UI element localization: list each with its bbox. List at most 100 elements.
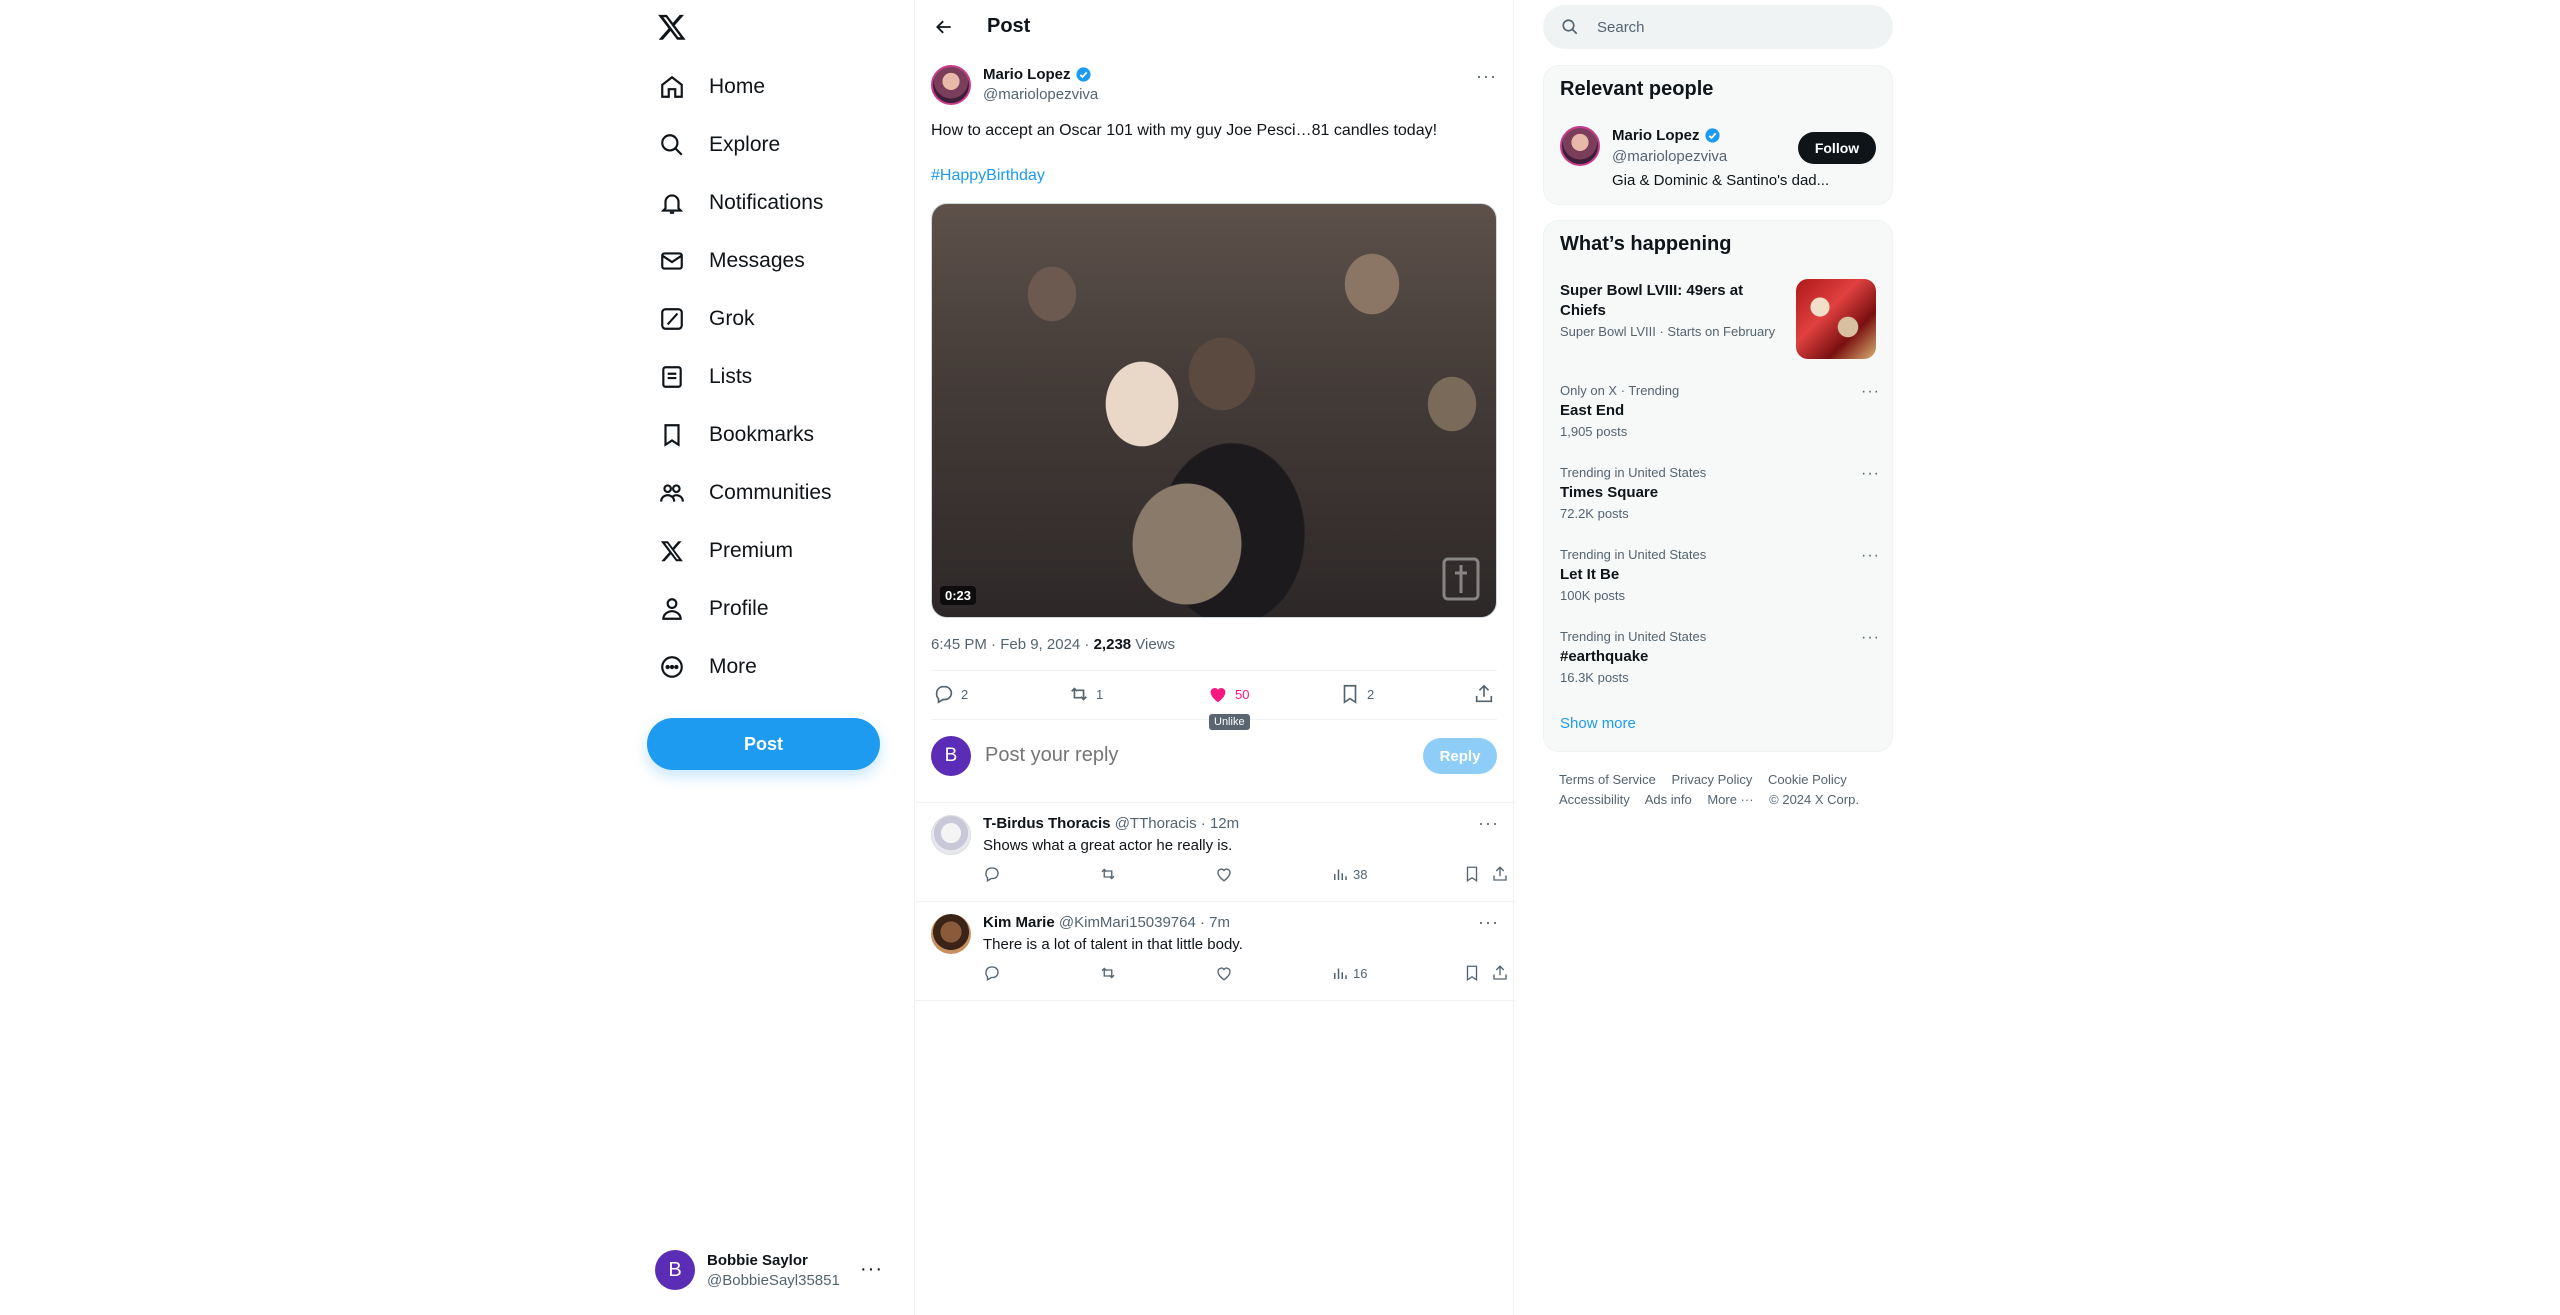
nav-grok[interactable]: Grok: [653, 294, 775, 344]
heart-filled-icon: [1210, 688, 1226, 703]
footer-link[interactable]: Terms of Service: [1559, 772, 1656, 787]
trend-item[interactable]: Trending in United States Let It Be 100K…: [1560, 547, 1880, 603]
bookmark-button[interactable]: [1463, 964, 1481, 982]
reply-button[interactable]: [983, 865, 1001, 883]
share-icon: [1475, 684, 1493, 703]
whats-happening-panel: What’s happening Super Bowl LVIII: 49ers…: [1543, 220, 1893, 752]
like-button[interactable]: 50: [1201, 677, 1249, 711]
more-dots-icon[interactable]: ···: [1478, 813, 1499, 834]
more-dots-icon[interactable]: ···: [860, 1258, 883, 1281]
reply-button[interactable]: 2: [933, 683, 968, 705]
reply-item[interactable]: Kim Marie @KimMari15039764 · 7m There is…: [915, 901, 1515, 1001]
left-navigation: Home Explore Notifications Messages Grok…: [645, 0, 915, 1315]
reply-button[interactable]: [983, 964, 1001, 982]
nav-notifications[interactable]: Notifications: [653, 178, 843, 228]
back-arrow-icon[interactable]: [929, 12, 959, 42]
post-timestamp[interactable]: 6:45 PM · Feb 9, 2024 ·: [931, 636, 1094, 653]
like-button[interactable]: [1215, 964, 1233, 982]
relevant-person-handle[interactable]: @mariolopezviva: [1612, 148, 1727, 165]
more-dots-icon[interactable]: ···: [1861, 547, 1880, 565]
repost-icon: [1071, 687, 1087, 701]
reply-text: Shows what a great actor he really is.: [983, 837, 1233, 854]
repost-count: 1: [1096, 686, 1104, 702]
trend-thumbnail[interactable]: [1796, 279, 1876, 359]
reply-header: T-Birdus Thoracis @TThoracis · 12m: [983, 815, 1239, 832]
share-button[interactable]: [1491, 865, 1509, 883]
nav-home[interactable]: Home: [653, 62, 785, 112]
trend-item[interactable]: Trending in United States Times Square 7…: [1560, 465, 1880, 521]
search-input[interactable]: [1597, 18, 1857, 36]
more-dots-icon[interactable]: ···: [1476, 66, 1497, 87]
nav-profile[interactable]: Profile: [653, 584, 789, 634]
footer-link[interactable]: Accessibility: [1559, 792, 1630, 807]
nav-communities[interactable]: Communities: [653, 468, 852, 518]
relevant-person-name[interactable]: Mario Lopez: [1612, 127, 1721, 144]
views-button[interactable]: 16: [1331, 964, 1367, 982]
avatar[interactable]: [931, 815, 971, 855]
reply-author-name[interactable]: T-Birdus Thoracis: [983, 815, 1111, 832]
footer-link[interactable]: Ads info: [1645, 792, 1692, 807]
show-more-link[interactable]: Show more: [1560, 715, 1636, 732]
nav-explore[interactable]: Explore: [653, 120, 800, 170]
video-player[interactable]: 0:23: [931, 203, 1497, 618]
reply-item[interactable]: T-Birdus Thoracis @TThoracis · 12m Shows…: [915, 802, 1515, 902]
reply-header: Kim Marie @KimMari15039764 · 7m: [983, 914, 1230, 931]
author-handle[interactable]: @mariolopezviva: [983, 86, 1098, 103]
search-bar[interactable]: [1543, 5, 1893, 49]
panel-title: Relevant people: [1560, 78, 1714, 100]
share-button[interactable]: [1473, 683, 1495, 705]
reply-text: There is a lot of talent in that little …: [983, 936, 1243, 953]
post-button[interactable]: Post: [647, 718, 880, 770]
footer-link[interactable]: Privacy Policy: [1671, 772, 1752, 787]
views-button[interactable]: 38: [1331, 865, 1367, 883]
bookmark-button[interactable]: 2: [1339, 683, 1374, 705]
more-dots-icon[interactable]: ···: [1861, 383, 1880, 401]
x-logo-icon[interactable]: [657, 12, 687, 42]
nav-messages[interactable]: Messages: [653, 236, 825, 286]
footer-link[interactable]: More ···: [1707, 792, 1753, 807]
nav-premium[interactable]: Premium: [653, 526, 813, 576]
reply-submit-button[interactable]: Reply: [1423, 738, 1497, 774]
hashtag-link[interactable]: #HappyBirthday: [931, 167, 1045, 185]
share-icon: [1493, 965, 1507, 980]
avatar[interactable]: [931, 914, 971, 954]
reply-author-handle[interactable]: @KimMari15039764 · 7m: [1059, 914, 1230, 931]
account-switcher[interactable]: B Bobbie Saylor @BobbieSayl35851 ···: [647, 1244, 905, 1296]
author-name[interactable]: Mario Lopez: [983, 66, 1092, 83]
repost-button[interactable]: 1: [1068, 683, 1103, 705]
repost-button[interactable]: [1099, 865, 1117, 883]
follow-button[interactable]: Follow: [1798, 132, 1876, 164]
bookmark-button[interactable]: [1463, 865, 1481, 883]
trend-item-featured[interactable]: Super Bowl LVIII: 49ers at Chiefs Super …: [1560, 281, 1790, 339]
more-circle-icon: [657, 652, 687, 682]
nav-bookmarks[interactable]: Bookmarks: [653, 410, 834, 460]
relevant-people-panel: Relevant people Mario Lopez @mariolopezv…: [1543, 65, 1893, 205]
like-button[interactable]: [1215, 865, 1233, 883]
reply-views-count: 16: [1353, 965, 1368, 981]
trend-item[interactable]: Only on X · Trending East End 1,905 post…: [1560, 383, 1880, 439]
trend-context: Super Bowl LVIII · Starts on February: [1560, 324, 1776, 339]
avatar[interactable]: [1560, 126, 1600, 166]
like-tooltip: Unlike: [1209, 714, 1250, 730]
trend-item[interactable]: Trending in United States #earthquake 16…: [1560, 629, 1880, 685]
grok-icon: [657, 304, 687, 334]
nav-lists[interactable]: Lists: [653, 352, 772, 402]
account-name: Bobbie Saylor: [707, 1251, 808, 1269]
nav-more[interactable]: More: [653, 642, 777, 692]
more-dots-icon[interactable]: ···: [1861, 465, 1880, 483]
reply-author-name[interactable]: Kim Marie: [983, 914, 1055, 931]
repost-button[interactable]: [1099, 964, 1117, 982]
share-icon: [1493, 866, 1507, 881]
mail-icon: [657, 246, 687, 276]
avatar[interactable]: [931, 65, 971, 105]
reply-author-handle[interactable]: @TThoracis · 12m: [1115, 815, 1239, 832]
footer-link[interactable]: Cookie Policy: [1768, 772, 1847, 787]
more-dots-icon[interactable]: ···: [1861, 629, 1880, 647]
more-dots-icon[interactable]: ···: [1478, 912, 1499, 933]
relevant-person-name-text: Mario Lopez: [1612, 127, 1700, 144]
reply-input[interactable]: [985, 744, 1365, 767]
trend-title: Let It Be: [1560, 566, 1620, 583]
nav-label: Explore: [709, 133, 781, 156]
avatar: B: [931, 736, 971, 776]
share-button[interactable]: [1491, 964, 1509, 982]
